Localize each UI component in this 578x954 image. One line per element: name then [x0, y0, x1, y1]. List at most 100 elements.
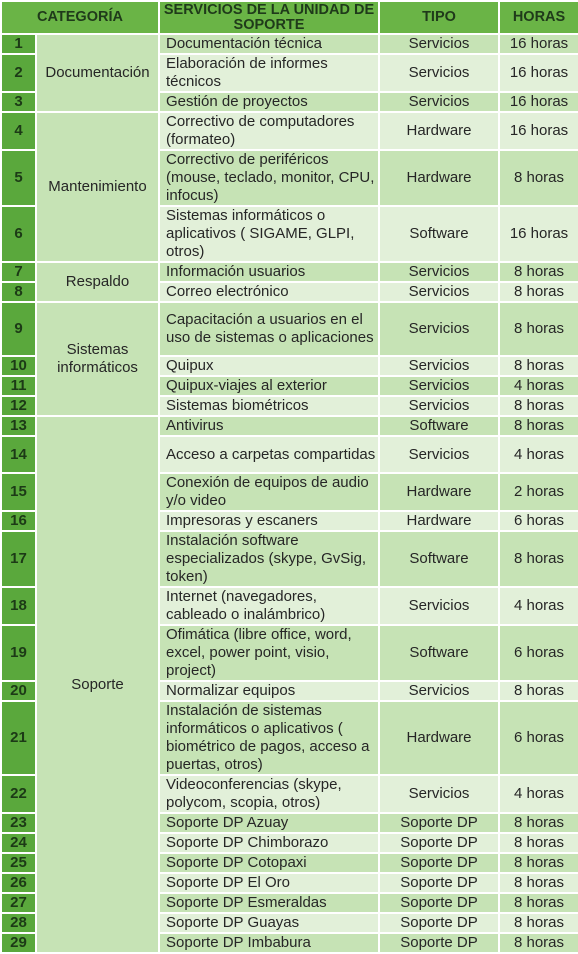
type-cell: Servicios — [378, 53, 500, 93]
service-cell: Sistemas biométricos — [158, 395, 380, 417]
type-cell: Soporte DP — [378, 832, 500, 854]
type-cell: Servicios — [378, 680, 500, 702]
hours-cell: 8 horas — [498, 261, 578, 283]
row-number: 25 — [0, 852, 37, 874]
hours-cell: 4 horas — [498, 375, 578, 397]
type-cell: Software — [378, 530, 500, 588]
hours-cell: 8 horas — [498, 415, 578, 437]
hours-cell: 4 horas — [498, 774, 578, 814]
row-number: 27 — [0, 892, 37, 914]
type-cell: Servicios — [378, 91, 500, 113]
hours-cell: 8 horas — [498, 301, 578, 357]
service-cell: Videoconferencias (skype, polycom, scopi… — [158, 774, 380, 814]
hours-cell: 8 horas — [498, 852, 578, 874]
service-cell: Soporte DP Imbabura — [158, 932, 380, 954]
row-number: 7 — [0, 261, 37, 283]
row-number: 8 — [0, 281, 37, 303]
table-row: 1 Documentación Documentación técnica Servi… — [0, 33, 578, 113]
type-cell: Servicios — [378, 33, 500, 55]
type-cell: Software — [378, 415, 500, 437]
service-cell: Quipux-viajes al exterior — [158, 375, 380, 397]
service-cell: Correctivo de periféricos (mouse, teclad… — [158, 149, 380, 207]
service-cell: Antivirus — [158, 415, 380, 437]
table-row: 9 Sistemas informáticos Capacitación a usu… — [0, 301, 578, 417]
row-number: 13 — [0, 415, 37, 437]
service-cell: Acceso a carpetas compartidas — [158, 435, 380, 474]
type-cell: Hardware — [378, 149, 500, 207]
hours-cell: 8 horas — [498, 680, 578, 702]
row-number: 24 — [0, 832, 37, 854]
hours-cell: 6 horas — [498, 700, 578, 776]
hours-cell: 8 horas — [498, 832, 578, 854]
row-number: 19 — [0, 624, 37, 682]
hours-cell: 16 horas — [498, 91, 578, 113]
type-cell: Servicios — [378, 375, 500, 397]
hours-cell: 8 horas — [498, 912, 578, 934]
category-cell: Soporte — [35, 415, 160, 954]
row-number: 17 — [0, 530, 37, 588]
service-cell: Normalizar equipos — [158, 680, 380, 702]
hours-cell: 8 horas — [498, 530, 578, 588]
hours-cell: 4 horas — [498, 435, 578, 474]
hours-cell: 4 horas — [498, 586, 578, 626]
row-number: 10 — [0, 355, 37, 377]
service-cell: Soporte DP Guayas — [158, 912, 380, 934]
row-number: 9 — [0, 301, 37, 357]
services-table: CATEGORÍA SERVICIOS DE LA UNIDAD DE SOPO… — [0, 0, 578, 954]
row-number: 4 — [0, 111, 37, 151]
category-cell: Documentación — [35, 33, 160, 113]
service-cell: Correctivo de computadores (formateo) — [158, 111, 380, 151]
type-cell: Software — [378, 205, 500, 263]
header-servicios: SERVICIOS DE LA UNIDAD DE SOPORTE — [158, 0, 380, 35]
row-number: 11 — [0, 375, 37, 397]
hours-cell: 8 horas — [498, 892, 578, 914]
hours-cell: 8 horas — [498, 395, 578, 417]
header-horas: HORAS — [498, 0, 578, 35]
type-cell: Hardware — [378, 472, 500, 512]
row-number: 12 — [0, 395, 37, 417]
service-cell: Instalación de sistemas informáticos o a… — [158, 700, 380, 776]
row-number: 23 — [0, 812, 37, 834]
service-cell: Soporte DP Cotopaxi — [158, 852, 380, 874]
hours-cell: 6 horas — [498, 624, 578, 682]
type-cell: Soporte DP — [378, 892, 500, 914]
service-cell: Gestión de proyectos — [158, 91, 380, 113]
type-cell: Servicios — [378, 435, 500, 474]
hours-cell: 16 horas — [498, 205, 578, 263]
hours-cell: 8 horas — [498, 932, 578, 954]
type-cell: Soporte DP — [378, 912, 500, 934]
service-cell: Ofimática (libre office, word, excel, po… — [158, 624, 380, 682]
row-number: 6 — [0, 205, 37, 263]
row-number: 28 — [0, 912, 37, 934]
hours-cell: 2 horas — [498, 472, 578, 512]
hours-cell: 8 horas — [498, 149, 578, 207]
service-cell: Internet (navegadores, cableado o inalám… — [158, 586, 380, 626]
type-cell: Servicios — [378, 774, 500, 814]
service-cell: Información usuarios — [158, 261, 380, 283]
category-cell: Respaldo — [35, 261, 160, 303]
service-cell: Soporte DP Chimborazo — [158, 832, 380, 854]
type-cell: Servicios — [378, 355, 500, 377]
header-categoria: CATEGORÍA — [0, 0, 160, 35]
service-cell: Correo electrónico — [158, 281, 380, 303]
type-cell: Soporte DP — [378, 932, 500, 954]
row-number: 26 — [0, 872, 37, 894]
service-cell: Conexión de equipos de audio y/o video — [158, 472, 380, 512]
type-cell: Soporte DP — [378, 872, 500, 894]
row-number: 22 — [0, 774, 37, 814]
service-cell: Soporte DP El Oro — [158, 872, 380, 894]
service-cell: Soporte DP Azuay — [158, 812, 380, 834]
row-number: 1 — [0, 33, 37, 55]
type-cell: Hardware — [378, 700, 500, 776]
type-cell: Servicios — [378, 261, 500, 283]
row-number: 20 — [0, 680, 37, 702]
type-cell: Software — [378, 624, 500, 682]
type-cell: Servicios — [378, 586, 500, 626]
hours-cell: 8 horas — [498, 872, 578, 894]
type-cell: Soporte DP — [378, 852, 500, 874]
hours-cell: 16 horas — [498, 53, 578, 93]
type-cell: Hardware — [378, 111, 500, 151]
service-cell: Elaboración de informes técnicos — [158, 53, 380, 93]
row-number: 16 — [0, 510, 37, 532]
service-cell: Capacitación a usuarios en el uso de sis… — [158, 301, 380, 357]
